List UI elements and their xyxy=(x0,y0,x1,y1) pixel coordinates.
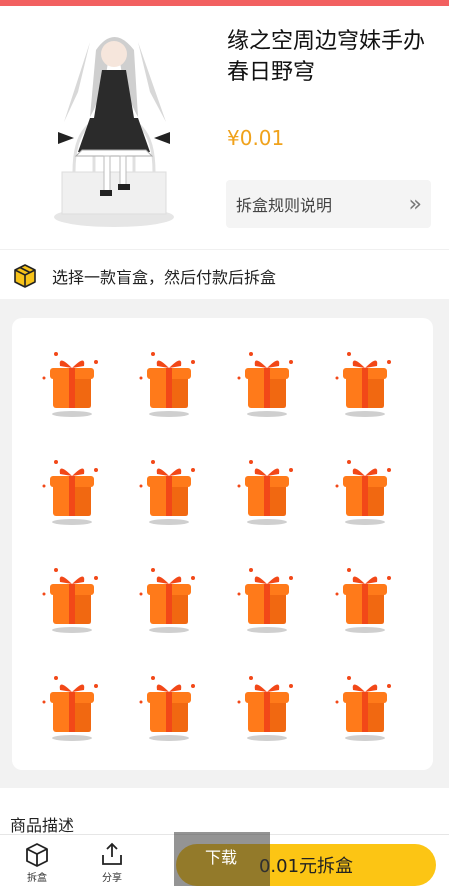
download-label: 下载 xyxy=(205,848,238,867)
blind-box-item[interactable] xyxy=(331,672,395,744)
gift-box-icon xyxy=(42,352,98,417)
gift-box-icon xyxy=(139,568,195,633)
gift-box-icon xyxy=(139,676,195,741)
bottom-item-label: 分享 xyxy=(102,873,122,884)
blind-box-item[interactable] xyxy=(233,564,297,636)
bottom-item-open[interactable]: 拆盒 xyxy=(15,841,59,884)
hint-text: 选择一款盲盒，然后付款后拆盒 xyxy=(52,268,277,287)
gift-box-icon xyxy=(42,568,98,633)
blind-box-item[interactable] xyxy=(38,564,102,636)
share-icon xyxy=(102,842,122,865)
gift-box-icon xyxy=(335,676,391,741)
description-title: 商品描述 xyxy=(10,816,75,835)
blind-box-item[interactable] xyxy=(38,348,102,420)
gift-box-icon xyxy=(335,352,391,417)
rules-button-label: 拆盒规则说明 xyxy=(236,196,333,215)
gift-box-icon xyxy=(139,460,195,525)
gift-box-icon xyxy=(237,352,293,417)
gift-box-icon xyxy=(139,352,195,417)
blind-box-item[interactable] xyxy=(38,672,102,744)
gift-box-icon xyxy=(335,568,391,633)
gift-box-icon xyxy=(42,676,98,741)
blind-box-item[interactable] xyxy=(135,348,199,420)
gift-box-icon xyxy=(237,676,293,741)
box-icon xyxy=(12,262,38,288)
blind-box-grid xyxy=(12,318,433,770)
bottom-item-share[interactable]: 分享 xyxy=(90,841,134,884)
blind-box-item[interactable] xyxy=(331,564,395,636)
blind-box-item[interactable] xyxy=(233,348,297,420)
blind-box-item[interactable] xyxy=(38,456,102,528)
gift-box-icon xyxy=(335,460,391,525)
hint-row: 选择一款盲盒，然后付款后拆盒 xyxy=(0,249,449,299)
cube-icon xyxy=(26,843,48,867)
product-header: 缘之空周边穹妹手办春日野穹 ¥0.01 拆盒规则说明 » xyxy=(0,6,449,249)
blind-box-item[interactable] xyxy=(135,672,199,744)
blind-box-item[interactable] xyxy=(233,672,297,744)
product-title: 缘之空周边穹妹手办春日野穹 xyxy=(227,29,426,85)
download-overlay[interactable]: 下载 xyxy=(174,832,270,886)
gift-box-icon xyxy=(237,460,293,525)
gift-box-icon xyxy=(42,460,98,525)
gift-box-icon xyxy=(237,568,293,633)
double-chevron-right-icon: » xyxy=(408,191,423,217)
blind-box-item[interactable] xyxy=(331,348,395,420)
blind-box-item[interactable] xyxy=(135,456,199,528)
blind-box-item[interactable] xyxy=(135,564,199,636)
product-figure-image[interactable] xyxy=(34,22,194,232)
rules-explanation-button[interactable]: 拆盒规则说明 » xyxy=(226,180,431,228)
blind-box-item[interactable] xyxy=(233,456,297,528)
blind-box-item[interactable] xyxy=(331,456,395,528)
product-price: ¥0.01 xyxy=(227,126,285,150)
bottom-item-label: 拆盒 xyxy=(27,873,47,884)
